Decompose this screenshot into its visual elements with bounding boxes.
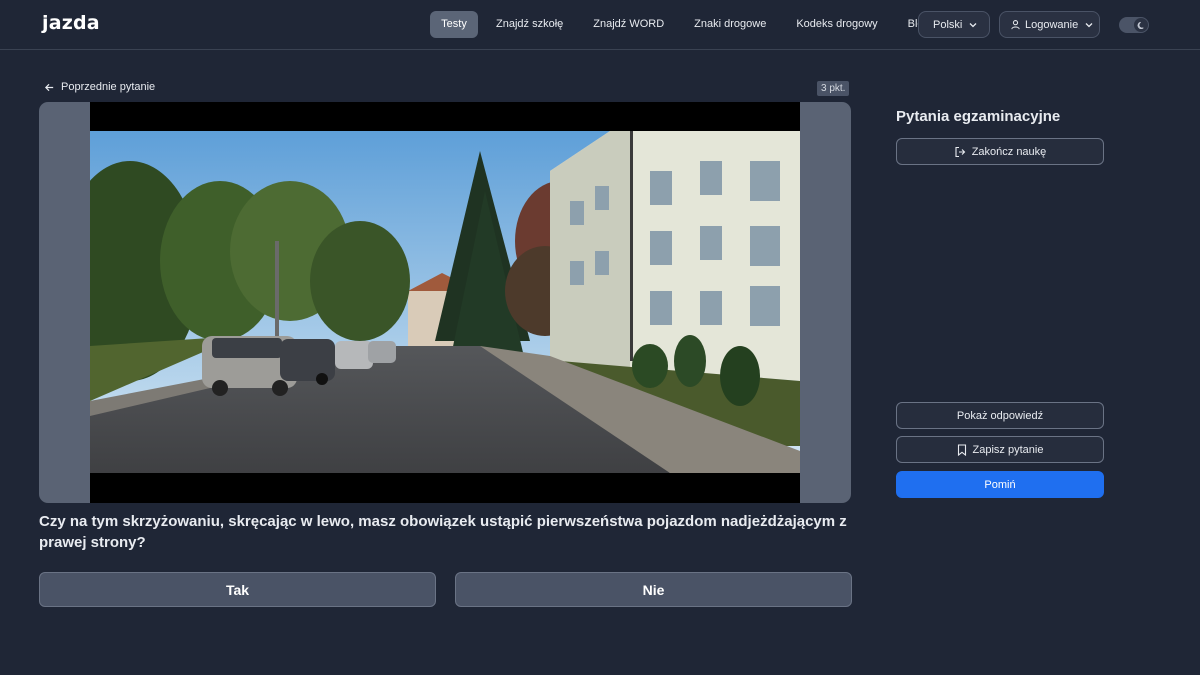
logo[interactable]: jazda [42, 12, 100, 34]
logo-text: jazda [42, 12, 100, 34]
previous-question-link[interactable]: Poprzednie pytanie [44, 81, 155, 93]
toggle-knob [1134, 18, 1148, 32]
language-select[interactable]: Polski [918, 11, 990, 38]
skip-label: Pomiń [984, 478, 1016, 491]
nav-find-school[interactable]: Znajdź szkołę [484, 11, 575, 38]
top-navbar: jazda Testy Znajdź szkołę Znajdź WORD Zn… [0, 0, 1200, 50]
user-icon [1011, 20, 1020, 30]
theme-toggle[interactable] [1119, 17, 1149, 33]
arrow-left-icon [44, 83, 54, 91]
nav-road-signs[interactable]: Znaki drogowe [682, 11, 778, 38]
show-answer-label: Pokaż odpowiedź [956, 409, 1044, 422]
skip-button[interactable]: Pomiń [896, 471, 1104, 498]
nav-find-word[interactable]: Znajdź WORD [581, 11, 676, 38]
answer-yes-button[interactable]: Tak [39, 572, 436, 607]
street-scene-image [90, 131, 800, 473]
sidebar-title: Pytania egzaminacyjne [896, 108, 1061, 125]
previous-question-label: Poprzednie pytanie [61, 81, 156, 93]
answer-no-button[interactable]: Nie [455, 572, 852, 607]
login-button[interactable]: Logowanie [999, 11, 1100, 38]
language-label: Polski [933, 18, 963, 31]
nav-road-code[interactable]: Kodeks drogowy [784, 11, 889, 38]
finish-learning-label: Zakończ naukę [971, 145, 1047, 158]
nav-tests[interactable]: Testy [430, 11, 478, 38]
bookmark-icon [957, 443, 966, 456]
points-badge: 3 pkt. [817, 81, 850, 96]
chevron-down-icon [1085, 22, 1093, 27]
question-video[interactable] [90, 102, 800, 503]
chevron-down-icon [969, 22, 977, 27]
login-label: Logowanie [1025, 18, 1079, 31]
save-question-button[interactable]: Zapisz pytanie [896, 436, 1104, 463]
question-media [39, 102, 851, 503]
moon-icon [1137, 21, 1144, 29]
main-nav: Testy Znajdź szkołę Znajdź WORD Znaki dr… [430, 11, 948, 38]
question-text: Czy na tym skrzyżowaniu, skręcając w lew… [39, 513, 847, 551]
finish-learning-button[interactable]: Zakończ naukę [896, 138, 1104, 165]
save-question-label: Zapisz pytanie [972, 443, 1044, 456]
logout-icon [955, 146, 965, 157]
show-answer-button[interactable]: Pokaż odpowiedź [896, 402, 1104, 429]
